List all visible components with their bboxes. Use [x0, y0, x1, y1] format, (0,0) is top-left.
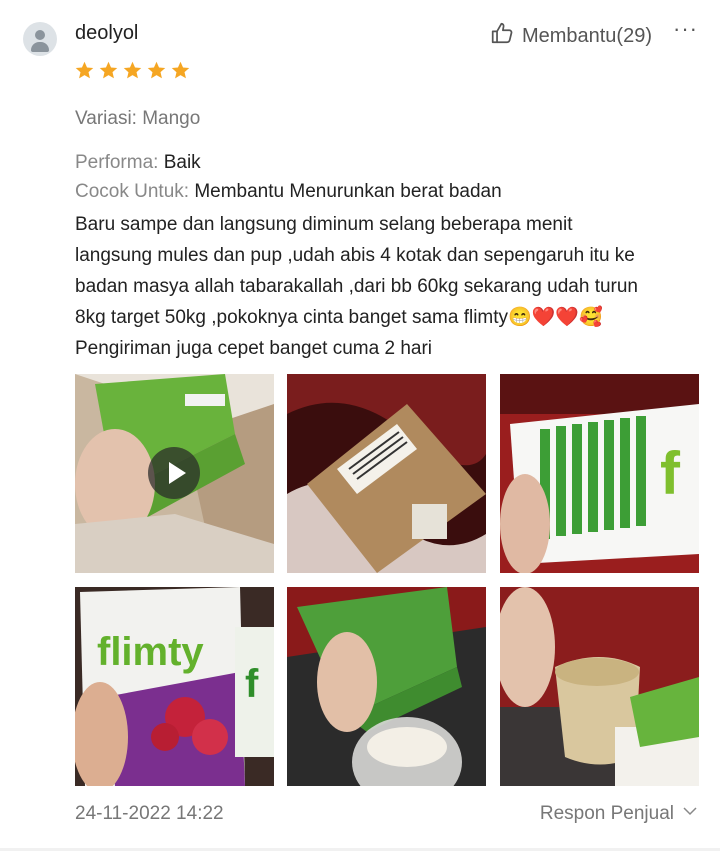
play-icon[interactable]: [148, 447, 200, 499]
video-thumbnail[interactable]: [75, 374, 274, 573]
photo-pouring-sachet[interactable]: [287, 587, 486, 786]
variation-label: Variasi: Mango: [75, 108, 201, 129]
star-icon: [146, 60, 167, 81]
reviewer-username: deolyol: [75, 22, 139, 44]
helpful-button[interactable]: Membantu(29): [490, 20, 652, 52]
svg-text:flimty: flimty: [97, 630, 204, 674]
photo-package[interactable]: [287, 374, 486, 573]
helpful-label: Membantu(29): [521, 24, 652, 47]
svg-text:f: f: [660, 440, 681, 507]
star-icon: [170, 60, 191, 81]
avatar-head: [35, 30, 45, 40]
performance-row: Performa: Baik: [75, 152, 201, 174]
more-options-icon[interactable]: ···: [673, 16, 698, 42]
star-icon: [122, 60, 143, 81]
photo-flimty-pack[interactable]: flimty f: [75, 587, 274, 786]
thumbs-up-icon: [490, 20, 516, 52]
photo-drink-glass[interactable]: [500, 587, 699, 786]
reviewer-avatar[interactable]: [23, 22, 57, 56]
review-date: 24-11-2022 14:22: [75, 803, 224, 824]
svg-text:f: f: [245, 662, 259, 706]
chevron-down-icon: [682, 803, 698, 825]
review-text: Baru sampe dan langsung diminum selang b…: [75, 214, 638, 359]
seller-response-label: Respon Penjual: [539, 803, 674, 824]
suitable-for-key: Cocok Untuk:: [75, 181, 195, 202]
suitable-for-row: Cocok Untuk: Membantu Menurunkan berat b…: [75, 181, 502, 203]
seller-response-toggle[interactable]: Respon Penjual: [540, 803, 698, 825]
performance-value: Baik: [163, 152, 201, 173]
star-icon: [74, 60, 95, 81]
avatar-body: [31, 42, 49, 52]
rating-stars: [74, 60, 191, 81]
photo-sachets-box[interactable]: f: [500, 374, 699, 573]
performance-key: Performa:: [75, 152, 164, 173]
media-grid: f flimty f: [75, 374, 699, 786]
suitable-for-value: Membantu Menurunkan berat badan: [194, 181, 502, 202]
star-icon: [98, 60, 119, 81]
